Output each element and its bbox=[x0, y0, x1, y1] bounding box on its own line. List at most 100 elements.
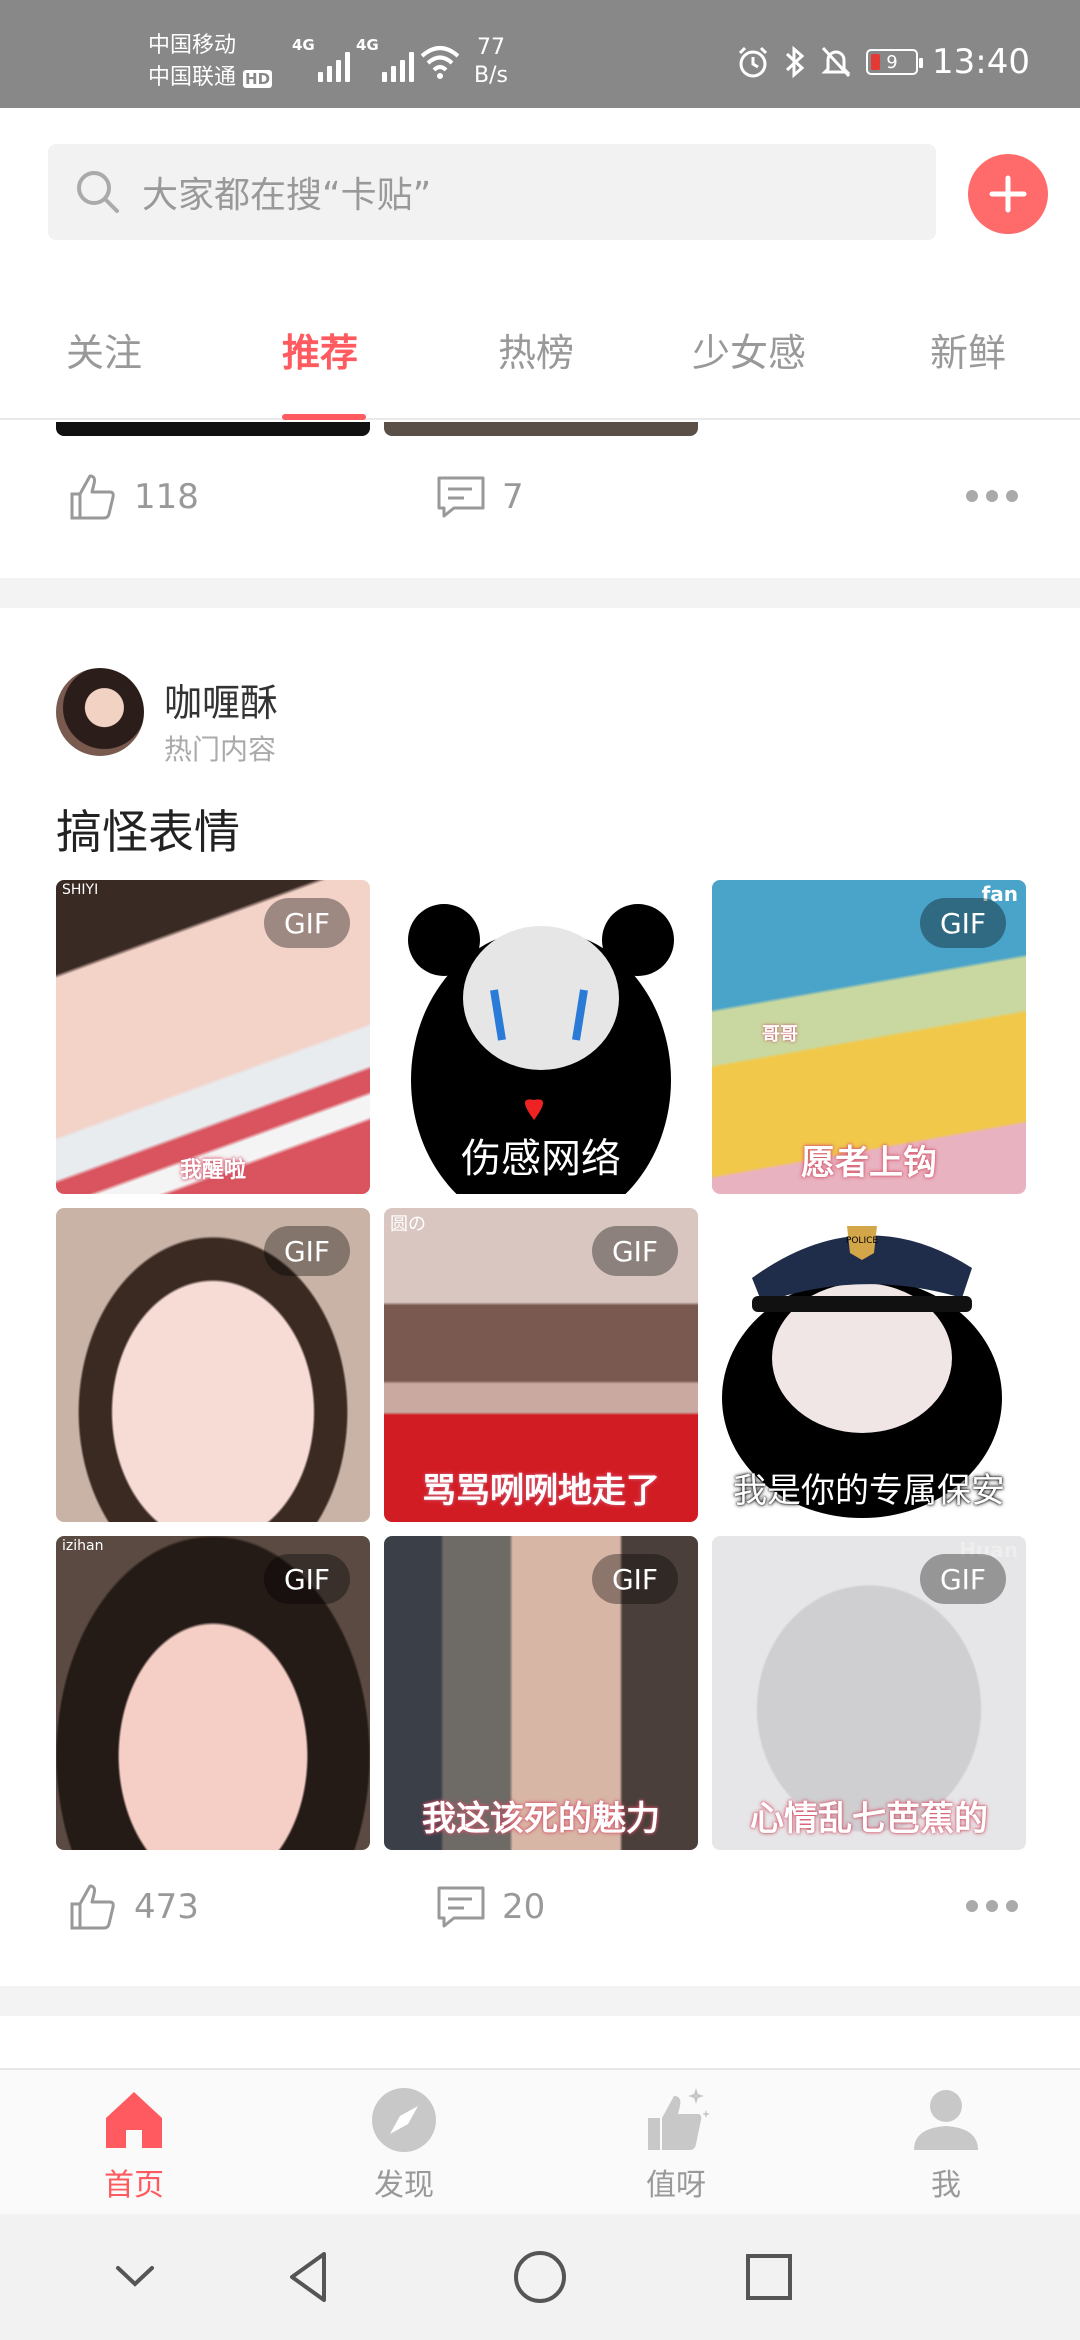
author-subtitle: 热门内容 bbox=[164, 733, 277, 766]
category-tabs: 关注 推荐 热榜 少女感 新鲜 bbox=[0, 310, 1080, 420]
nav-zhiya-label: 值呀 bbox=[646, 2168, 706, 2203]
back-icon[interactable] bbox=[276, 2244, 342, 2310]
meme-caption-3: 愿者上钩 bbox=[801, 1143, 937, 1183]
meme-caption-1: 我醒啦 bbox=[179, 1158, 246, 1183]
watermark-1: SHIYI bbox=[62, 882, 99, 898]
gif-badge: GIF bbox=[592, 1554, 678, 1604]
signal-2-icon: 4G bbox=[356, 36, 414, 82]
gif-badge: GIF bbox=[264, 1226, 350, 1276]
thumbs-up-icon bbox=[70, 474, 115, 520]
meme-image-8[interactable]: GIF 我这该死的魅力 bbox=[384, 1536, 698, 1850]
prev-post-image-1[interactable] bbox=[56, 422, 370, 436]
more-icon[interactable] bbox=[966, 1900, 1018, 1912]
meme-image-6[interactable]: POLICE 我是你的专属保安 bbox=[712, 1208, 1026, 1522]
battery-icon: 9 bbox=[866, 49, 924, 75]
card-divider bbox=[0, 578, 1080, 608]
bluetooth-icon bbox=[785, 45, 805, 79]
like-count: 473 bbox=[134, 1887, 199, 1927]
carrier-2: 中国联通 bbox=[148, 65, 237, 90]
comment-count: 20 bbox=[502, 1887, 546, 1927]
prev-like-count: 118 bbox=[134, 477, 199, 517]
mute-icon bbox=[821, 46, 851, 78]
thumbs-sparkle-icon bbox=[648, 2088, 710, 2150]
network-1-label: 4G bbox=[292, 36, 315, 54]
nav-me-label: 我 bbox=[931, 2168, 961, 2203]
nav-me[interactable]: 我 bbox=[876, 2084, 1016, 2204]
gif-badge: GIF bbox=[264, 898, 350, 948]
carrier-1: 中国移动 bbox=[148, 33, 237, 58]
battery-level: 9 bbox=[886, 51, 898, 73]
comment-icon bbox=[437, 1886, 485, 1928]
tab-fresh[interactable]: 新鲜 bbox=[930, 322, 1006, 377]
gif-badge: GIF bbox=[264, 1554, 350, 1604]
meme-image-9[interactable]: Huan GIF 心情乱七芭蕉的 bbox=[712, 1536, 1026, 1850]
gif-badge: GIF bbox=[592, 1226, 678, 1276]
comment-icon bbox=[437, 476, 485, 518]
net-speed-unit: B/s bbox=[474, 63, 508, 88]
plus-icon bbox=[989, 175, 1027, 213]
prev-like-button[interactable]: 118 bbox=[66, 470, 199, 524]
hd-badge: HD bbox=[243, 70, 273, 88]
tab-recommend[interactable]: 推荐 bbox=[282, 322, 358, 377]
status-right: 9 13:40 bbox=[736, 42, 1030, 82]
meme-image-3[interactable]: fan GIF 哥哥 愿者上钩 bbox=[712, 880, 1026, 1194]
net-speed-value: 77 bbox=[476, 35, 505, 60]
watermark-5: 圆の bbox=[390, 1214, 426, 1235]
recents-icon[interactable] bbox=[736, 2244, 802, 2310]
prev-post-actions: 118 7 bbox=[0, 470, 1080, 530]
meme-image-4[interactable]: GIF bbox=[56, 1208, 370, 1522]
meme-caption-5: 骂骂咧咧地走了 bbox=[422, 1471, 660, 1511]
author-avatar[interactable] bbox=[56, 668, 144, 756]
hat-text: POLICE bbox=[846, 1236, 878, 1246]
author-name[interactable]: 咖喱酥 bbox=[164, 672, 278, 727]
prev-comment-count: 7 bbox=[502, 477, 524, 517]
meme-image-2[interactable]: 伤感网络 bbox=[384, 880, 698, 1194]
meme-caption-6: 我是你的专属保安 bbox=[733, 1471, 1005, 1511]
tab-girlish[interactable]: 少女感 bbox=[692, 322, 806, 377]
signal-1-icon: 4G bbox=[292, 36, 350, 82]
meme-caption-9: 心情乱七芭蕉的 bbox=[750, 1799, 988, 1839]
carrier-2-row: 中国联通 HD bbox=[148, 62, 273, 95]
network-2-label: 4G bbox=[356, 36, 379, 54]
clock: 13:40 bbox=[932, 42, 1030, 82]
thumbs-up-icon bbox=[70, 1884, 115, 1930]
meme-image-1[interactable]: SHIYI GIF 我醒啦 bbox=[56, 880, 370, 1194]
alarm-icon bbox=[738, 46, 768, 78]
nav-home[interactable]: 首页 bbox=[64, 2084, 204, 2204]
search-input[interactable]: 大家都在搜“卡贴” bbox=[48, 144, 936, 240]
tab-hot[interactable]: 热榜 bbox=[498, 322, 574, 377]
app-screen: 中国移动 中国联通 HD 4G 4G 77 B/s 9 13:40 大家都在搜“… bbox=[0, 0, 1080, 2340]
meme-caption-2: 伤感网络 bbox=[461, 1136, 621, 1182]
compass-icon bbox=[372, 2088, 436, 2152]
meme-tag-3: 哥哥 bbox=[762, 1024, 798, 1045]
net-speed: 77 B/s bbox=[474, 34, 508, 90]
prev-more-icon[interactable] bbox=[966, 490, 1018, 502]
like-button[interactable]: 473 bbox=[66, 1880, 199, 1934]
home-button-icon[interactable] bbox=[507, 2244, 573, 2310]
search-icon bbox=[77, 171, 119, 213]
status-bar: 中国移动 中国联通 HD 4G 4G 77 B/s 9 13:40 bbox=[0, 0, 1080, 108]
image-grid: SHIYI GIF 我醒啦 伤感网络 fan GIF 哥哥 愿者上钩 GIF 圆… bbox=[56, 880, 1026, 1850]
collapse-chevron-icon[interactable] bbox=[102, 2244, 168, 2310]
search-placeholder: 大家都在搜“卡贴” bbox=[142, 175, 432, 216]
carrier-info: 中国移动 中国联通 HD bbox=[148, 30, 273, 95]
profile-icon bbox=[914, 2090, 978, 2150]
nav-discover[interactable]: 发现 bbox=[334, 2084, 474, 2204]
gif-badge: GIF bbox=[920, 898, 1006, 948]
wifi-icon bbox=[420, 46, 460, 79]
comment-button[interactable]: 20 bbox=[434, 1880, 545, 1934]
meme-image-5[interactable]: 圆の GIF 骂骂咧咧地走了 bbox=[384, 1208, 698, 1522]
tab-follow[interactable]: 关注 bbox=[66, 322, 142, 377]
home-icon bbox=[106, 2092, 162, 2148]
meme-image-7[interactable]: izihan GIF bbox=[56, 1536, 370, 1850]
prev-comment-button[interactable]: 7 bbox=[434, 470, 524, 524]
gif-badge: GIF bbox=[920, 1554, 1006, 1604]
meme-caption-8: 我这该死的魅力 bbox=[422, 1799, 660, 1839]
nav-zhiya[interactable]: 值呀 bbox=[606, 2084, 746, 2204]
card-divider bbox=[0, 1986, 1080, 2016]
nav-home-label: 首页 bbox=[104, 2168, 164, 2203]
post-title[interactable]: 搞怪表情 bbox=[56, 796, 240, 862]
add-post-button[interactable] bbox=[968, 154, 1048, 234]
prev-post-image-2[interactable] bbox=[384, 422, 698, 436]
active-tab-indicator bbox=[282, 414, 366, 420]
